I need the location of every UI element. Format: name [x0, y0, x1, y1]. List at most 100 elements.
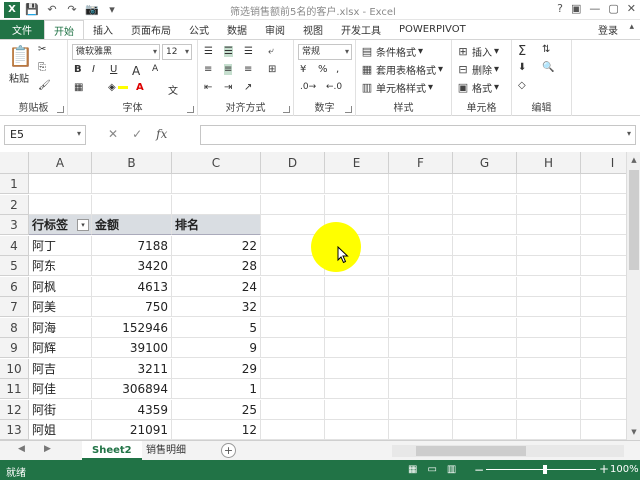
font-name-combo[interactable]: 微软雅黑 ▾ — [72, 44, 160, 60]
cell-i9[interactable] — [581, 338, 626, 358]
login-link[interactable]: 登录 — [598, 22, 618, 37]
cell-b8[interactable]: 152946 — [92, 317, 172, 338]
add-sheet-button[interactable]: + — [221, 443, 236, 458]
cell-h1[interactable] — [517, 174, 581, 194]
copy-icon[interactable]: ⎘ — [38, 62, 46, 73]
cell-a6[interactable]: 阿枫 — [29, 276, 92, 297]
cell-f10[interactable] — [389, 358, 453, 379]
cell-f12[interactable] — [389, 399, 453, 420]
cell-b3[interactable]: 金额 — [92, 215, 172, 235]
clipboard-launcher-icon[interactable] — [57, 106, 64, 113]
shrink-font-button[interactable]: A — [152, 64, 158, 74]
cell-c6[interactable]: 24 — [172, 276, 261, 297]
cell-h5[interactable] — [517, 256, 581, 276]
cell-e11[interactable] — [325, 379, 389, 399]
row-header-13[interactable]: 13 — [0, 420, 29, 440]
cell-f11[interactable] — [389, 379, 453, 399]
formula-input[interactable]: ▾ — [200, 125, 636, 145]
align-left-icon[interactable]: ≡ — [204, 64, 212, 75]
cell-g10[interactable] — [453, 358, 517, 379]
cell-b7[interactable]: 750 — [92, 297, 172, 317]
cell-c4[interactable]: 22 — [172, 235, 261, 256]
bold-button[interactable]: B — [74, 64, 82, 75]
row-header-1[interactable]: 1 — [0, 174, 29, 194]
row-header-9[interactable]: 9 — [0, 338, 29, 358]
tab-file[interactable]: 文件 — [0, 20, 44, 39]
format-painter-icon[interactable]: 🖌 — [38, 80, 51, 91]
underline-button[interactable]: U — [110, 64, 117, 75]
decrease-decimal-icon[interactable]: ←.0 — [326, 82, 342, 92]
cell-h8[interactable] — [517, 317, 581, 338]
cell-f4[interactable] — [389, 235, 453, 256]
tab-page-layout[interactable]: 页面布局 — [122, 20, 180, 39]
cell-e12[interactable] — [325, 399, 389, 420]
borders-icon[interactable]: ▦ — [74, 82, 83, 93]
cell-h10[interactable] — [517, 358, 581, 379]
cell-h11[interactable] — [517, 379, 581, 399]
tab-view[interactable]: 视图 — [294, 20, 332, 39]
phonetic-icon[interactable]: 文 — [168, 82, 178, 97]
cell-i3[interactable] — [581, 215, 626, 235]
cell-c1[interactable] — [172, 174, 261, 194]
row-header-5[interactable]: 5 — [0, 256, 29, 276]
cell-e8[interactable] — [325, 317, 389, 338]
decrease-indent-icon[interactable]: ⇤ — [204, 82, 212, 93]
cell-f13[interactable] — [389, 420, 453, 440]
delete-cells-button[interactable]: ⊟ 删除 ▾ — [456, 62, 499, 78]
cell-a11[interactable]: 阿佳 — [29, 379, 92, 399]
zoom-slider-handle[interactable] — [543, 465, 547, 474]
cell-d12[interactable] — [261, 399, 325, 420]
percent-button[interactable]: % — [318, 64, 328, 75]
cell-a8[interactable]: 阿海 — [29, 317, 92, 338]
cell-d13[interactable] — [261, 420, 325, 440]
worksheet-grid[interactable]: A B C D E F G H I 1 2 3 行标签 ▾ 金额 排名 4 阿丁 7188 22 5 阿东 3420 28 6 阿… — [0, 152, 626, 440]
cell-d10[interactable] — [261, 358, 325, 379]
cell-c13[interactable]: 12 — [172, 420, 261, 440]
sheet-tab-sales-detail[interactable]: 销售明细 — [136, 441, 196, 460]
column-header-e[interactable]: E — [325, 152, 389, 174]
cell-c3[interactable]: 排名 — [172, 215, 261, 235]
prev-sheet-icon[interactable]: ◀ — [18, 444, 25, 454]
cell-b1[interactable] — [92, 174, 172, 194]
align-middle-icon[interactable]: ☰ — [224, 46, 233, 57]
cell-i10[interactable] — [581, 359, 626, 379]
scroll-down-icon[interactable]: ▼ — [628, 426, 640, 438]
cell-c7[interactable]: 32 — [172, 297, 261, 317]
cell-h7[interactable] — [517, 297, 581, 317]
cell-styles-button[interactable]: ▥ 单元格样式 ▾ — [360, 80, 433, 96]
cell-b12[interactable]: 4359 — [92, 399, 172, 420]
row-header-2[interactable]: 2 — [0, 194, 29, 215]
conditional-format-button[interactable]: ▤ 条件格式 ▾ — [360, 44, 423, 60]
cell-a7[interactable]: 阿美 — [29, 297, 92, 317]
undo-icon[interactable]: ↶ — [44, 2, 60, 18]
cell-e2[interactable] — [325, 194, 389, 215]
insert-function-icon[interactable]: fx — [156, 127, 167, 141]
wrap-text-icon[interactable]: ⤶ — [268, 46, 274, 57]
cell-b13[interactable]: 21091 — [92, 420, 172, 440]
save-icon[interactable]: 💾 — [24, 2, 40, 18]
find-select-icon[interactable]: 🔍 — [542, 62, 554, 73]
customize-qat-icon[interactable]: ▾ — [104, 2, 120, 18]
cell-a5[interactable]: 阿东 — [29, 256, 92, 276]
cut-icon[interactable]: ✂ — [38, 44, 46, 55]
align-bottom-icon[interactable]: ☰ — [244, 46, 253, 57]
ribbon-collapse-icon[interactable]: ▴ — [629, 22, 634, 32]
cell-b2[interactable] — [92, 194, 172, 215]
column-header-c[interactable]: C — [172, 152, 261, 174]
column-header-f[interactable]: F — [389, 152, 453, 174]
scroll-up-icon[interactable]: ▲ — [628, 154, 640, 166]
cell-a1[interactable] — [29, 174, 92, 194]
comma-button[interactable]: , — [336, 64, 339, 75]
clear-icon[interactable]: ◇ — [518, 80, 526, 91]
alignment-launcher-icon[interactable] — [283, 106, 290, 113]
cell-h9[interactable] — [517, 338, 581, 358]
column-header-a[interactable]: A — [29, 152, 92, 174]
increase-indent-icon[interactable]: ⇥ — [224, 82, 232, 93]
minimize-button[interactable]: — — [589, 2, 600, 15]
cell-e9[interactable] — [325, 338, 389, 358]
column-header-b[interactable]: B — [92, 152, 172, 174]
cell-c11[interactable]: 1 — [172, 379, 261, 399]
column-header-i[interactable]: I — [581, 152, 626, 174]
cell-f1[interactable] — [389, 174, 453, 194]
cell-a10[interactable]: 阿吉 — [29, 358, 92, 379]
